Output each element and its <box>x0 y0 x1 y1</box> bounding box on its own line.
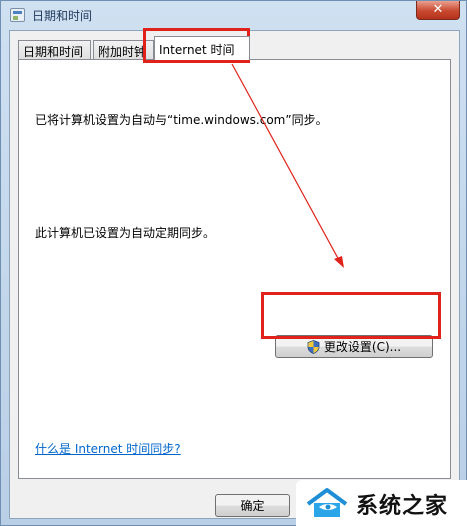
title-bar[interactable]: 日期和时间 ✕ <box>1 1 466 29</box>
change-settings-button[interactable]: 更改设置(C)... <box>275 335 433 358</box>
uac-shield-icon <box>307 339 320 354</box>
window-title: 日期和时间 <box>32 9 93 23</box>
internet-time-help-link[interactable]: 什么是 Internet 时间同步? <box>35 440 181 457</box>
tab-label: Internet 时间 <box>159 43 235 57</box>
tab-label: 日期和时间 <box>23 45 84 59</box>
close-button[interactable]: ✕ <box>416 1 460 20</box>
site-watermark: 系统之家 <box>296 480 467 526</box>
internet-time-panel: 已将计算机设置为自动与“time.windows.com”同步。 此计算机已设置… <box>18 59 451 479</box>
dialog-client-area: 日期和时间 附加时钟 Internet 时间 已将计算机设置为自动与“time.… <box>9 30 460 519</box>
ok-button[interactable]: 确定 <box>215 494 290 517</box>
auto-sync-text: 此计算机已设置为自动定期同步。 <box>35 226 216 240</box>
watermark-text: 系统之家 <box>356 494 449 519</box>
tab-label: 附加时钟 <box>98 45 147 59</box>
tab-date-and-time[interactable]: 日期和时间 <box>18 40 91 59</box>
tab-additional-clocks[interactable]: 附加时钟 <box>93 40 154 59</box>
sync-status-text: 已将计算机设置为自动与“time.windows.com”同步。 <box>35 113 328 127</box>
house-logo-icon <box>306 488 348 517</box>
tab-internet-time[interactable]: Internet 时间 <box>154 36 250 60</box>
change-settings-label: 更改设置(C)... <box>323 340 402 354</box>
date-time-dialog: 日期和时间 ✕ 日期和时间 附加时钟 Internet 时间 已将计算机设置为自… <box>0 0 467 526</box>
calendar-clock-icon <box>10 8 25 22</box>
close-icon: ✕ <box>432 2 444 17</box>
